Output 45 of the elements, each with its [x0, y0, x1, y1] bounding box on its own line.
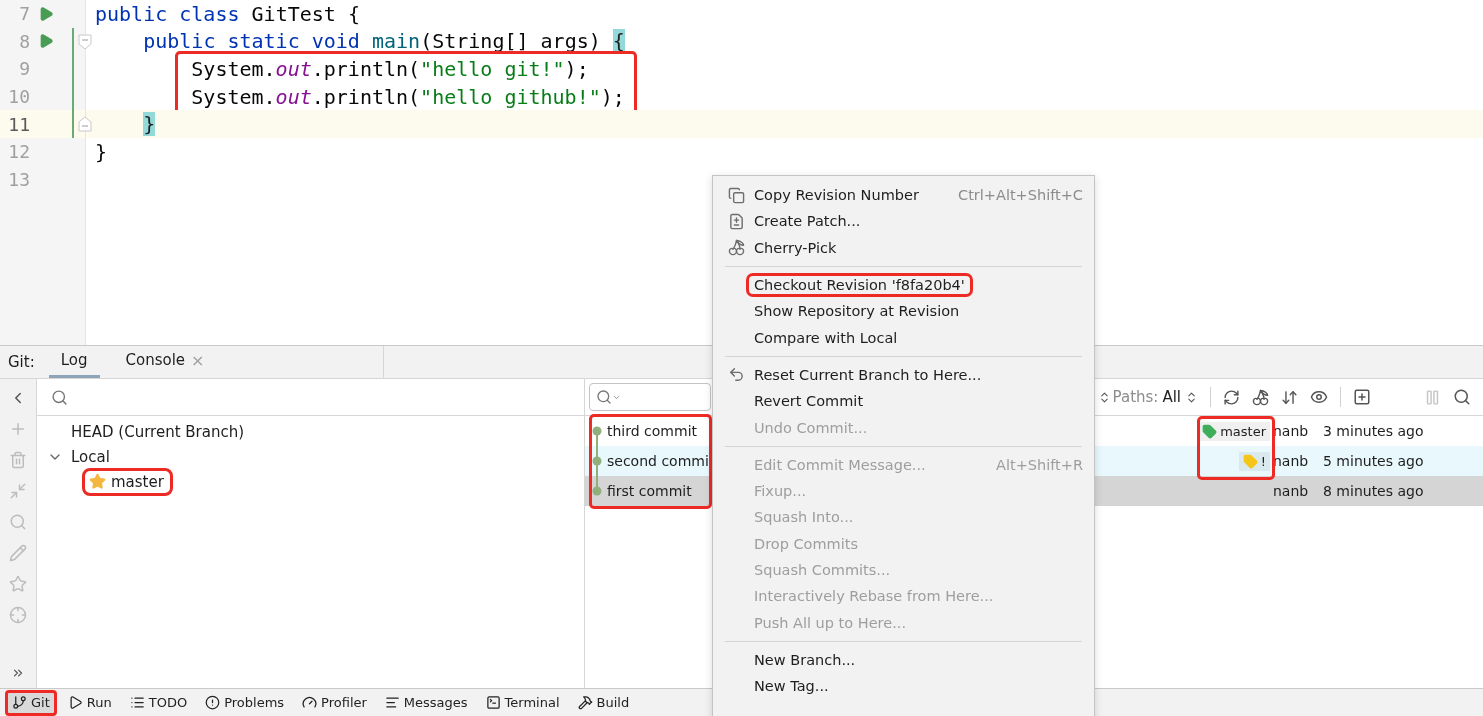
menu-item-label: Copy Revision Number — [753, 186, 920, 205]
code-line: } — [95, 139, 108, 164]
line-number: 9 — [18, 58, 30, 80]
shortcut-label: Alt+Shift+R — [996, 456, 1083, 473]
date-cell-text: 3 minutes ago — [1323, 423, 1425, 440]
menu-item-label: Revert Commit — [753, 392, 865, 411]
menu-item-label: Show Repository at Revision — [753, 302, 961, 321]
commit-message: second commi — [607, 453, 709, 470]
menu-item-label: Edit Commit Message... — [753, 455, 927, 474]
menu-item-label: Push All up to Here... — [753, 613, 907, 632]
code-line: System.out.println("hello git!"); — [191, 57, 589, 81]
menu-item-label: Squash Commits... — [753, 561, 892, 579]
line-number: 8 — [18, 30, 30, 52]
menu-item-label: Undo Commit... — [753, 418, 869, 437]
ref-label: ! — [1238, 451, 1270, 471]
date-cell-text: 8 minutes ago — [1323, 483, 1425, 500]
line-number: 10 — [7, 86, 30, 108]
menu-item-label: Reset Current Branch to Here... — [753, 365, 983, 384]
ref-label: master — [1198, 421, 1270, 441]
menu-item-label: Create Patch... — [753, 212, 862, 231]
menu-item-label: Cherry-Pick — [753, 238, 838, 257]
line-number: 7 — [18, 3, 30, 25]
tab-label: Console — [125, 351, 186, 370]
paths-label: Paths: — [1112, 388, 1159, 407]
line-number: 13 — [7, 168, 30, 190]
menu-item-label: Compare with Local — [753, 328, 899, 347]
panel-title: Git: — [8, 353, 35, 371]
menu-item-label: New Tag... — [753, 677, 830, 696]
menu-item-label: New Branch... — [753, 650, 857, 669]
code-line: System.out.println("hello github!"); — [191, 84, 625, 109]
author-cell-text: nanb — [1273, 483, 1310, 500]
shortcut-label: Ctrl+Alt+Shift+C — [958, 187, 1083, 204]
code-line: public class GitTest { — [95, 1, 360, 26]
menu-item-label: Fixup... — [753, 482, 808, 501]
commit-message: first commit — [607, 483, 692, 500]
code-line: public static void main(String[] args) { — [142, 29, 625, 54]
menu-item-label: Checkout Revision 'f8fa20b4' — [749, 276, 970, 295]
tab-label: Log — [60, 351, 88, 370]
menu-item-label: Drop Commits — [753, 534, 859, 553]
line-number: 11 — [7, 113, 30, 135]
line-number: 12 — [7, 141, 30, 163]
commit-message: third commit — [607, 423, 697, 440]
menu-item-label: Squash Into... — [753, 508, 855, 527]
date-cell-text: 5 minutes ago — [1323, 453, 1425, 470]
menu-item-label: Interactively Rebase from Here... — [753, 587, 995, 606]
